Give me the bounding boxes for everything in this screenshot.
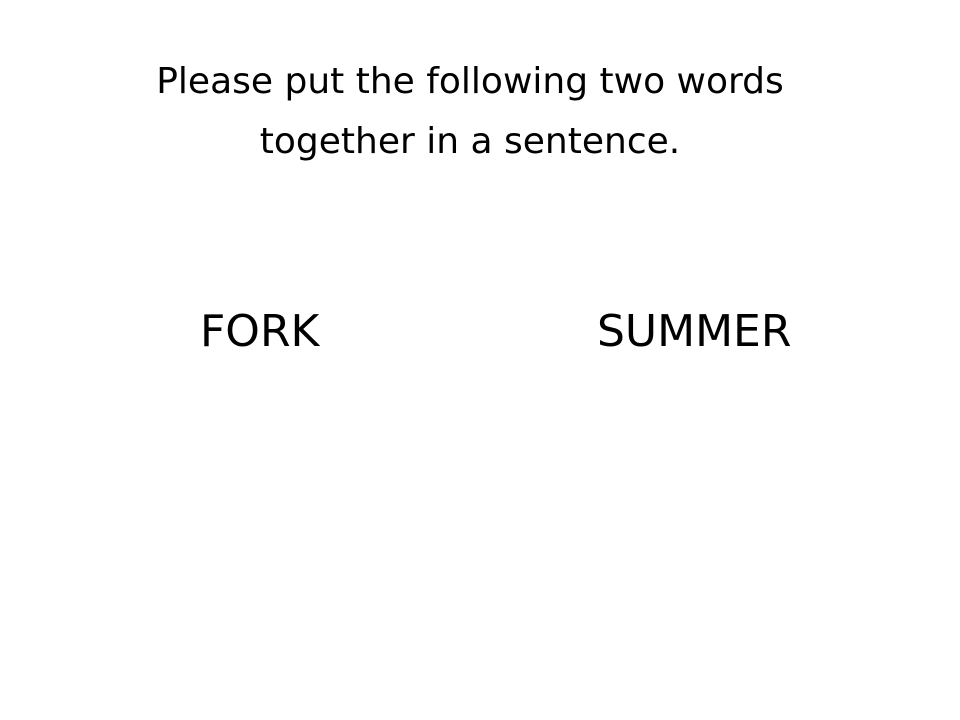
instruction-line-1: Please put the following two words — [156, 61, 784, 102]
word-summer: SUMMER — [597, 306, 792, 357]
slide: Please put the following two words toget… — [0, 0, 960, 720]
instruction-line-2: together in a sentence. — [259, 121, 681, 162]
instruction-text: Please put the following two words toget… — [80, 52, 860, 172]
word-fork: FORK — [200, 306, 320, 357]
